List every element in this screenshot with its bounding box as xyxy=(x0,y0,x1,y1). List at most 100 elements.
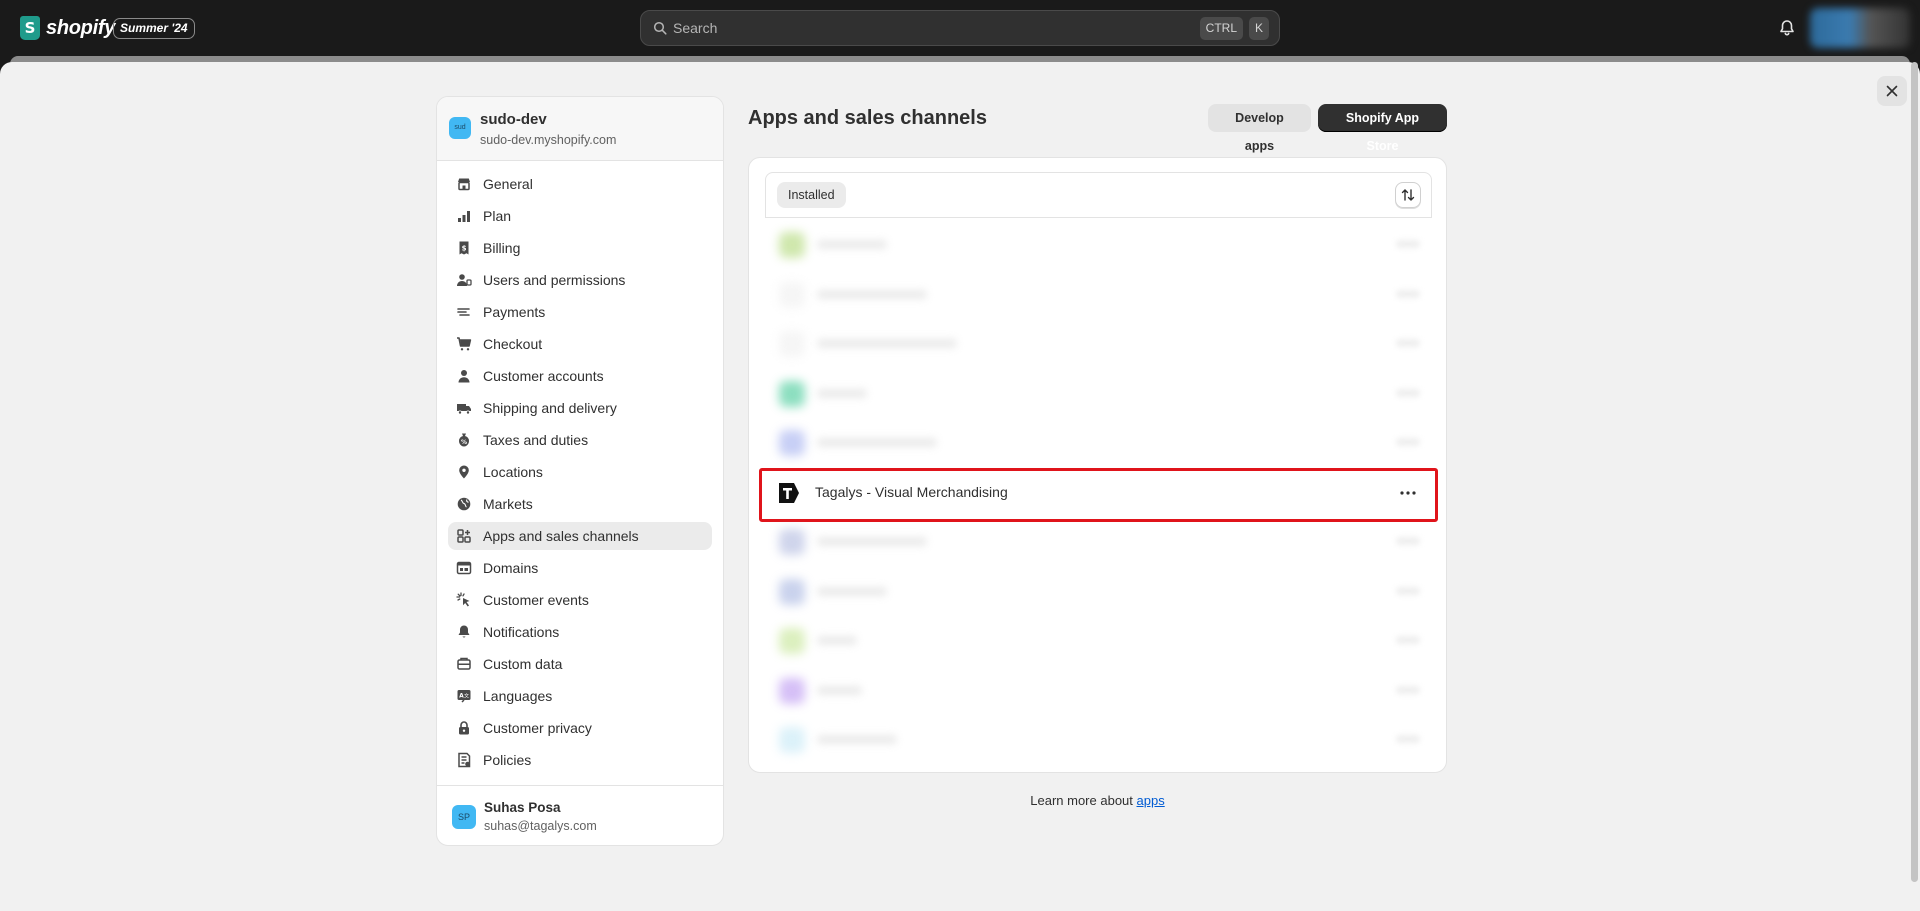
plan-icon xyxy=(455,207,473,225)
list-item[interactable] xyxy=(765,369,1432,419)
sidebar-item-label: Shipping and delivery xyxy=(483,400,617,416)
close-button[interactable] xyxy=(1877,76,1907,106)
sidebar-item-notifications[interactable]: Notifications xyxy=(448,618,712,646)
app-icon xyxy=(779,380,805,407)
bell-icon xyxy=(455,623,473,641)
more-actions-placeholder xyxy=(1396,685,1420,694)
language-icon: A文 xyxy=(455,687,473,705)
domains-icon xyxy=(455,559,473,577)
app-icon xyxy=(779,727,805,753)
sidebar-item-customer-events[interactable]: Customer events xyxy=(448,586,712,614)
sidebar-item-policies[interactable]: Policies xyxy=(448,746,712,774)
sidebar-item-domains[interactable]: Domains xyxy=(448,554,712,582)
settings-sidebar: sud sudo-dev sudo-dev.myshopify.com Gene… xyxy=(436,96,724,846)
sidebar-item-custom-data[interactable]: Custom data xyxy=(448,650,712,678)
sidebar-item-taxes[interactable]: % Taxes and duties xyxy=(448,426,712,454)
more-actions-placeholder xyxy=(1396,537,1420,545)
store-icon xyxy=(455,175,473,193)
list-item[interactable] xyxy=(765,616,1432,666)
store-switcher[interactable]: sud sudo-dev sudo-dev.myshopify.com xyxy=(437,97,723,161)
account-menu[interactable] xyxy=(1810,8,1910,48)
app-icon xyxy=(779,430,805,456)
sidebar-item-plan[interactable]: Plan xyxy=(448,202,712,230)
list-item[interactable] xyxy=(765,418,1432,468)
sidebar-item-label: Domains xyxy=(483,560,539,576)
settings-nav: General Plan $ Billing Users and permiss… xyxy=(437,161,723,774)
learn-more-footer: Learn more about apps xyxy=(748,793,1447,808)
person-icon xyxy=(455,367,473,385)
sidebar-item-label: Apps and sales channels xyxy=(483,528,639,544)
shopify-app-store-button[interactable]: Shopify App Store xyxy=(1318,104,1447,153)
app-name-redacted xyxy=(817,735,897,744)
sidebar-item-languages[interactable]: A文 Languages xyxy=(448,682,712,710)
user-profile[interactable]: SP Suhas Posa suhas@tagalys.com xyxy=(437,785,723,845)
sort-button[interactable] xyxy=(1395,182,1421,208)
list-item[interactable] xyxy=(765,666,1432,716)
sidebar-item-label: Locations xyxy=(483,464,543,480)
bell-icon[interactable] xyxy=(1777,18,1797,38)
sidebar-item-general[interactable]: General xyxy=(448,170,712,198)
more-actions-button[interactable] xyxy=(1398,483,1418,503)
app-name-redacted xyxy=(817,636,857,645)
list-item[interactable] xyxy=(765,220,1432,270)
sidebar-item-label: Markets xyxy=(483,496,533,512)
avatar: SP xyxy=(452,805,476,829)
sidebar-item-label: Customer events xyxy=(483,592,589,608)
apps-link[interactable]: apps xyxy=(1137,793,1165,808)
more-actions-placeholder xyxy=(1396,339,1420,347)
store-url: sudo-dev.myshopify.com xyxy=(480,133,617,147)
sidebar-item-shipping[interactable]: Shipping and delivery xyxy=(448,394,712,422)
list-item[interactable] xyxy=(765,715,1432,765)
more-actions-placeholder xyxy=(1396,438,1420,446)
tagalys-logo-icon xyxy=(779,482,799,503)
sidebar-item-payments[interactable]: Payments xyxy=(448,298,712,326)
sidebar-item-billing[interactable]: $ Billing xyxy=(448,234,712,262)
app-icon xyxy=(779,331,805,357)
search-placeholder: Search xyxy=(673,20,718,36)
lock-icon xyxy=(455,719,473,737)
list-item[interactable] xyxy=(765,517,1432,567)
ellipsis-icon xyxy=(1400,490,1416,495)
learn-more-text: Learn more about xyxy=(1030,793,1133,808)
top-bar: S shopify Summer '24 Search CTRL K xyxy=(0,0,1920,56)
search-bar[interactable]: Search CTRL K xyxy=(640,10,1280,46)
sidebar-item-label: Users and permissions xyxy=(483,272,626,288)
more-actions-placeholder xyxy=(1396,586,1420,595)
app-name-redacted xyxy=(817,240,887,249)
search-icon xyxy=(653,21,667,35)
develop-apps-button[interactable]: Develop apps xyxy=(1208,104,1311,153)
edition-badge[interactable]: Summer '24 xyxy=(113,18,195,39)
svg-text:%: % xyxy=(461,439,467,446)
installed-filter-chip[interactable]: Installed xyxy=(777,182,846,208)
payments-icon xyxy=(455,303,473,321)
store-name: sudo-dev xyxy=(480,111,547,128)
sidebar-item-users[interactable]: Users and permissions xyxy=(448,266,712,294)
shortcut-k-key: K xyxy=(1248,17,1269,40)
sidebar-item-label: Policies xyxy=(483,752,532,768)
sidebar-item-checkout[interactable]: Checkout xyxy=(448,330,712,358)
sidebar-item-label: Taxes and duties xyxy=(483,432,589,448)
list-item[interactable] xyxy=(765,270,1432,320)
app-name-redacted xyxy=(817,685,862,695)
sidebar-item-label: Billing xyxy=(483,240,521,256)
users-icon xyxy=(455,271,473,289)
tax-icon: % xyxy=(455,431,473,449)
app-list: Tagalys - Visual Merchandising xyxy=(759,220,1438,765)
shopify-logo[interactable]: S shopify xyxy=(20,16,115,40)
sidebar-item-apps[interactable]: Apps and sales channels xyxy=(448,522,712,550)
shopify-bag-icon: S xyxy=(20,16,40,40)
list-item[interactable] xyxy=(765,319,1432,369)
list-item-tagalys[interactable]: Tagalys - Visual Merchandising xyxy=(759,467,1438,522)
settings-modal: sud sudo-dev sudo-dev.myshopify.com Gene… xyxy=(0,62,1920,911)
scrollbar[interactable] xyxy=(1911,62,1918,882)
more-actions-placeholder xyxy=(1396,735,1420,743)
sidebar-item-locations[interactable]: Locations xyxy=(448,458,712,486)
app-icon xyxy=(779,677,805,704)
sidebar-item-customer-accounts[interactable]: Customer accounts xyxy=(448,362,712,390)
sidebar-item-customer-privacy[interactable]: Customer privacy xyxy=(448,714,712,742)
list-item[interactable] xyxy=(765,567,1432,617)
sidebar-item-label: Custom data xyxy=(483,656,563,672)
sidebar-item-label: General xyxy=(483,176,533,192)
sidebar-item-markets[interactable]: Markets xyxy=(448,490,712,518)
sidebar-item-label: Customer accounts xyxy=(483,368,604,384)
